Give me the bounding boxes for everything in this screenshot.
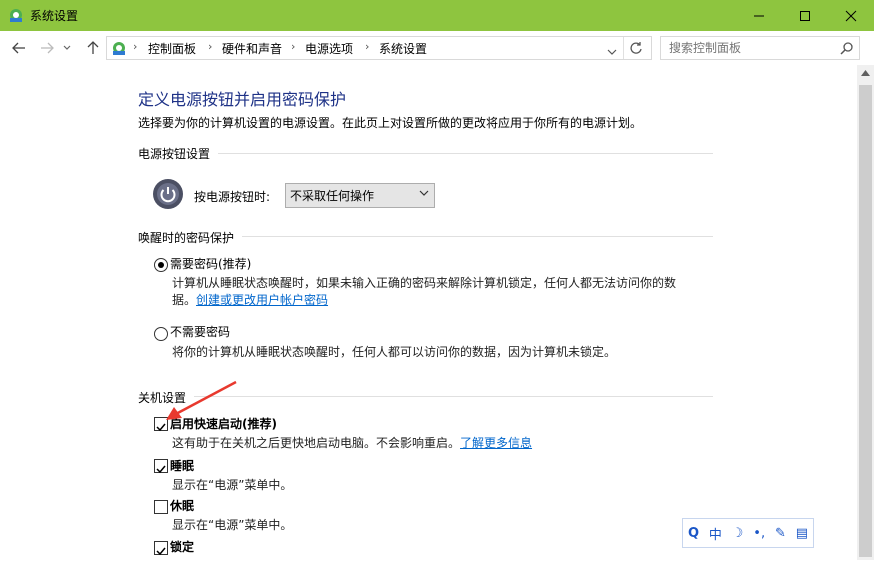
breadcrumb-hardware-sound[interactable]: 硬件和声音 xyxy=(222,40,282,57)
ime-punctuation-icon[interactable]: •, xyxy=(753,526,765,541)
section-divider xyxy=(218,153,713,154)
hibernate-label[interactable]: 休眠 xyxy=(170,497,194,514)
require-password-label[interactable]: 需要密码(推荐) xyxy=(170,255,251,272)
vertical-scrollbar[interactable] xyxy=(857,65,874,560)
power-button-label: 按电源按钮时: xyxy=(194,190,271,204)
search-box[interactable] xyxy=(660,36,860,60)
learn-more-link[interactable]: 了解更多信息 xyxy=(460,436,532,450)
refresh-button[interactable] xyxy=(629,40,643,59)
ime-toolbar[interactable]: Q 中 ☽ •, ✎ ▤ xyxy=(682,518,814,548)
forward-button[interactable] xyxy=(36,37,58,59)
power-icon xyxy=(153,179,183,209)
no-password-radio[interactable] xyxy=(154,327,168,341)
title-bar: 系统设置 xyxy=(0,0,874,31)
breadcrumb-control-panel[interactable]: 控制面板 xyxy=(148,40,196,57)
wake-password-section-title: 唤醒时的密码保护 xyxy=(138,231,235,245)
ime-search-icon[interactable]: Q xyxy=(688,526,699,541)
power-button-action-select[interactable]: 不采取任何操作 xyxy=(285,183,435,208)
maximize-icon xyxy=(800,10,810,21)
breadcrumb-separator: › xyxy=(208,40,213,53)
sleep-label[interactable]: 睡眠 xyxy=(170,457,194,474)
require-password-desc: 计算机从睡眠状态唤醒时，如果未输入正确的密码来解除计算机锁定，任何人都无法访问你… xyxy=(172,276,677,290)
chevron-down-icon xyxy=(419,190,429,196)
maximize-button[interactable] xyxy=(782,0,828,31)
hibernate-desc: 显示在“电源”菜单中。 xyxy=(172,518,293,532)
breadcrumb-separator: › xyxy=(291,40,296,53)
no-password-desc: 将你的计算机从睡眠状态唤醒时，任何人都可以访问你的数据，因为计算机未锁定。 xyxy=(172,345,617,359)
breadcrumb-separator: › xyxy=(365,40,370,53)
main-content: 定义电源按钮并启用密码保护 选择要为你的计算机设置的电源设置。在此页上对设置所做… xyxy=(0,65,857,560)
address-bar[interactable]: › 控制面板 › 硬件和声音 › 电源选项 › 系统设置 xyxy=(106,36,652,60)
ime-halfwidth-icon[interactable]: ☽ xyxy=(732,526,744,541)
change-password-link[interactable]: 创建或更改用户帐户密码 xyxy=(196,293,328,307)
breadcrumb-power-options[interactable]: 电源选项 xyxy=(305,40,353,57)
close-icon xyxy=(845,10,857,21)
chevron-down-icon xyxy=(63,45,71,50)
fast-startup-desc-text: 这有助于在关机之后更快地启动电脑。不会影响重启。 xyxy=(172,436,461,450)
scroll-up-icon[interactable] xyxy=(861,70,870,76)
breadcrumb-separator: › xyxy=(133,40,138,53)
close-button[interactable] xyxy=(828,0,874,31)
minimize-button[interactable] xyxy=(736,0,782,31)
checkmark-icon xyxy=(156,547,166,556)
breadcrumb-system-settings[interactable]: 系统设置 xyxy=(379,40,427,57)
address-history-button[interactable] xyxy=(607,42,617,61)
control-panel-icon xyxy=(10,9,22,22)
hibernate-checkbox[interactable] xyxy=(154,500,168,514)
power-button-section-title: 电源按钮设置 xyxy=(138,147,211,161)
chevron-down-icon xyxy=(607,49,617,55)
search-icon[interactable] xyxy=(840,41,854,55)
navigation-bar: › 控制面板 › 硬件和声音 › 电源选项 › 系统设置 xyxy=(0,31,874,65)
section-divider xyxy=(242,236,713,237)
search-input[interactable] xyxy=(667,39,831,57)
recent-locations-button[interactable] xyxy=(60,37,74,59)
up-button[interactable] xyxy=(82,37,104,59)
sleep-desc: 显示在“电源”菜单中。 xyxy=(172,478,293,492)
require-password-desc-tail: 据。 xyxy=(172,293,197,307)
lock-checkbox[interactable] xyxy=(154,541,168,556)
section-divider xyxy=(194,396,713,397)
checkmark-icon xyxy=(156,465,166,474)
minimize-icon xyxy=(754,15,764,16)
control-panel-icon xyxy=(113,42,125,55)
no-password-label[interactable]: 不需要密码 xyxy=(170,323,230,340)
page-title: 定义电源按钮并启用密码保护 xyxy=(138,90,347,109)
require-password-radio[interactable] xyxy=(154,258,168,272)
ime-chinese-mode[interactable]: 中 xyxy=(709,524,722,543)
require-password-desc-2: 据。创建或更改用户帐户密码 xyxy=(172,291,328,308)
divider xyxy=(623,37,624,59)
fast-startup-desc: 这有助于在关机之后更快地启动电脑。不会影响重启。了解更多信息 xyxy=(172,434,532,451)
arrow-left-icon xyxy=(12,42,25,54)
power-button-action-value: 不采取任何操作 xyxy=(290,189,375,203)
arrow-right-icon xyxy=(41,42,54,54)
ime-tools-icon[interactable]: ✎ xyxy=(775,526,786,541)
arrow-up-icon xyxy=(87,41,99,54)
scrollbar-thumb[interactable] xyxy=(859,85,872,557)
refresh-icon xyxy=(630,42,642,54)
page-description: 选择要为你的计算机设置的电源设置。在此页上对设置所做的更改将应用于你所有的电源计… xyxy=(138,116,643,130)
sleep-checkbox[interactable] xyxy=(154,459,168,474)
annotation-arrow-icon xyxy=(166,380,237,420)
window-title: 系统设置 xyxy=(30,9,79,23)
lock-label[interactable]: 锁定 xyxy=(170,538,194,555)
ime-skin-icon[interactable]: ▤ xyxy=(796,526,808,541)
back-button[interactable] xyxy=(8,37,30,59)
